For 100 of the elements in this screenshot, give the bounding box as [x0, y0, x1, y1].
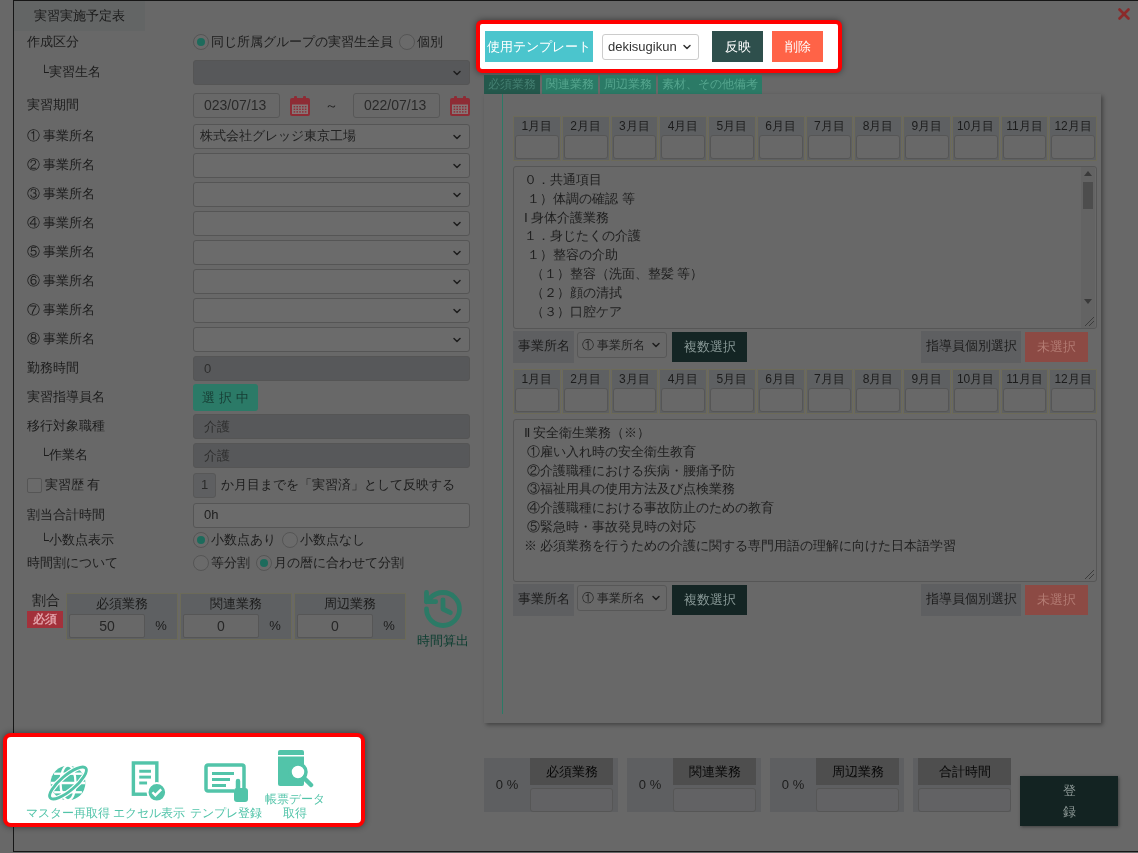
date-field[interactable]: 022/07/13 — [353, 93, 440, 118]
ratio-header: 必須業務 — [95, 595, 149, 613]
radio-label[interactable]: 小数点あり — [211, 530, 276, 550]
field-label: 作成区分 — [27, 33, 79, 51]
field-label: ⑧ 事業所名 — [27, 331, 96, 349]
ratio-input[interactable]: 0 — [183, 614, 259, 638]
radio-label[interactable]: 小数点なし — [300, 530, 365, 550]
field-label: 勤務時間 — [27, 360, 79, 378]
month-label: 11月目 — [1006, 371, 1043, 388]
total-header: 必須業務 — [530, 758, 613, 785]
radio-label[interactable]: 個別 — [417, 32, 443, 52]
field-label: 実習期間 — [27, 97, 79, 115]
radio-button[interactable] — [193, 34, 209, 50]
total-header: 合計時間 — [918, 758, 1011, 785]
month-label: 1月目 — [521, 118, 553, 135]
radio-label[interactable]: 月の暦に合わせて分割 — [274, 553, 404, 573]
month-label: 11月目 — [1006, 118, 1043, 135]
select-field[interactable] — [193, 269, 470, 294]
select-field[interactable] — [193, 240, 470, 265]
radio-button[interactable] — [193, 532, 209, 548]
total-header: 関連業務 — [673, 758, 756, 785]
month-label: 7月目 — [814, 371, 845, 388]
percent-value: 0 % — [494, 776, 520, 795]
scroll-up-icon[interactable] — [1084, 171, 1092, 176]
month-label: 5月目 — [716, 118, 748, 135]
month-label: 3月目 — [619, 118, 650, 135]
month-label: 8月目 — [862, 118, 894, 135]
office-select[interactable]: ① 事業所名 — [577, 332, 667, 358]
field-label: ② 事業所名 — [27, 157, 96, 175]
apply-button[interactable]: 反映 — [712, 31, 763, 62]
multi-select-button[interactable]: 複数選択 — [672, 585, 747, 615]
ratio-header: 関連業務 — [209, 595, 263, 613]
text-field[interactable]: 0h — [193, 502, 470, 528]
ratio-label: 割合 — [32, 591, 60, 609]
month-label: 9月目 — [911, 371, 943, 388]
toolbar-button[interactable]: 帳票データ取得 — [264, 749, 326, 820]
toolbar-button[interactable]: エクセル表示 — [110, 760, 188, 820]
ratio-header: 周辺業務 — [323, 595, 377, 613]
resize-grip-icon[interactable] — [1085, 570, 1094, 579]
book-search-icon — [276, 749, 314, 789]
delete-button[interactable]: 削除 — [772, 31, 823, 62]
calendar-icon[interactable] — [290, 95, 310, 116]
text-area[interactable]: Ⅱ 安全衛生業務（※） ①雇い入れ時の安全衛生教育 ②介護職種における疾病・腰痛予防 ③福祉用具の使用方法及び点検業務 ④介護職種における事故防止のための教育 ⑤緊急時・事故発見時の対応 ※ 必須業務を行うための介護に関する専門用語の理解に向けた日本語学習 — [513, 419, 1097, 582]
instructor-label: 指導員個別選択 — [921, 331, 1021, 363]
field-label: ⑥ 事業所名 — [27, 273, 96, 291]
month-label: 4月目 — [667, 371, 699, 388]
office-select[interactable]: ① 事業所名 — [577, 585, 667, 611]
scroll-down-icon[interactable] — [1084, 299, 1092, 304]
required-tag: 必須 — [27, 611, 63, 628]
calc-button[interactable]: 時間算出 — [417, 587, 469, 651]
range-separator: ～ — [324, 96, 339, 115]
select-field[interactable] — [193, 327, 470, 352]
field-label: 実習指導員名 — [27, 389, 105, 407]
select-field[interactable] — [193, 211, 470, 236]
field-label: ③ 事業所名 — [27, 186, 96, 204]
radio-label[interactable]: 等分割 — [211, 553, 250, 573]
month-label: 4月目 — [667, 118, 699, 135]
template-select[interactable]: dekisugikun — [602, 33, 699, 60]
field-label: 移行対象職種 — [27, 418, 105, 436]
select-field[interactable] — [193, 298, 470, 323]
office-label: 事業所名 — [513, 331, 574, 363]
clock-arrow-icon — [421, 587, 465, 631]
calendar-icon[interactable] — [450, 95, 470, 116]
screen-hand-icon — [203, 762, 249, 803]
field-label: 割当合計時間 — [27, 506, 105, 524]
month-label: 10月目 — [956, 371, 995, 388]
field-label: ⑤ 事業所名 — [27, 244, 96, 262]
radio-button[interactable] — [256, 555, 272, 571]
field-label: ⑦ 事業所名 — [27, 302, 96, 320]
ratio-input[interactable]: 0 — [297, 614, 373, 638]
register-button[interactable]: 登録 — [1020, 776, 1118, 826]
title-tab[interactable]: 実習実施予定表 — [14, 1, 145, 31]
field-label: └実習生名 — [40, 63, 101, 82]
document-check-icon — [130, 760, 168, 803]
close-icon[interactable] — [1115, 5, 1133, 23]
month-label: 12月目 — [1054, 118, 1092, 135]
field-label: └作業名 — [40, 446, 88, 465]
scrollbar[interactable] — [1081, 167, 1095, 328]
resize-grip-icon[interactable] — [1085, 317, 1094, 326]
field-label: 時間割について — [27, 554, 118, 572]
instructor-label: 指導員個別選択 — [921, 584, 1021, 616]
month-label: 2月目 — [570, 118, 601, 135]
percent-value: 0 % — [637, 776, 663, 795]
select-field[interactable] — [193, 182, 470, 207]
multi-select-button[interactable]: 複数選択 — [672, 332, 747, 362]
toolbar-button[interactable]: マスター再取得 — [26, 762, 110, 820]
month-label: 7月目 — [814, 118, 845, 135]
toolbar-button[interactable]: テンプレ登録 — [188, 762, 264, 820]
select-field[interactable]: 株式会社グレッジ東京工場 — [193, 124, 470, 149]
percent-unit: % — [382, 617, 396, 636]
select-field[interactable] — [193, 153, 470, 178]
month-label: 6月目 — [765, 118, 796, 135]
ratio-input[interactable]: 50 — [69, 614, 145, 638]
percent-value: 0 % — [780, 776, 806, 795]
month-label: 8月目 — [862, 371, 894, 388]
field-label: ④ 事業所名 — [27, 215, 96, 233]
month-label: 6月目 — [765, 371, 796, 388]
month-label: 2月目 — [570, 371, 601, 388]
date-field[interactable]: 023/07/13 — [193, 93, 280, 118]
instructor-select-button[interactable]: 選 択 中 — [193, 384, 258, 411]
